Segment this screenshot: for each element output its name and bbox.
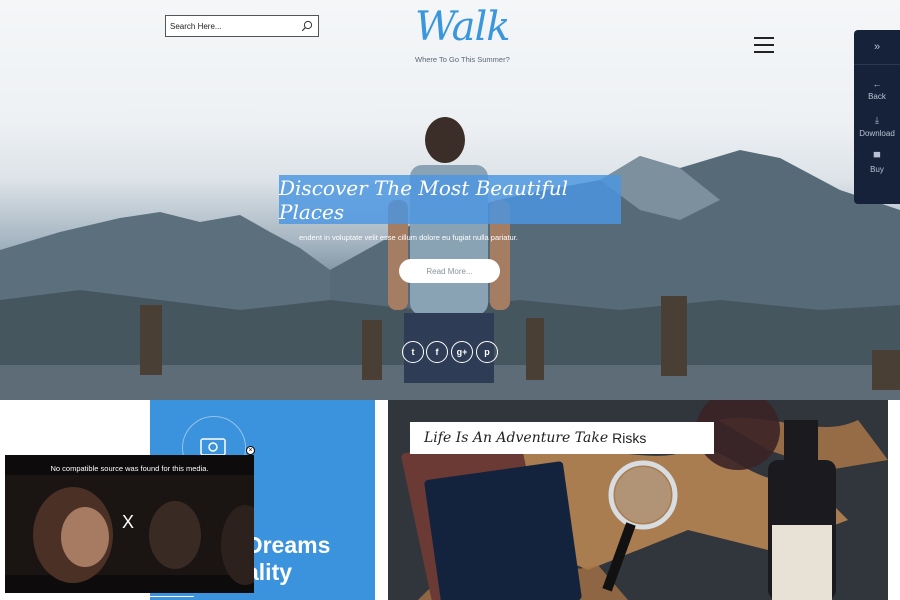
- double-chevron-right-icon[interactable]: »: [854, 30, 900, 65]
- video-close-x[interactable]: X: [122, 512, 134, 533]
- side-panel-buy[interactable]: ▀ Buy: [854, 152, 900, 174]
- pinterest-icon[interactable]: p: [476, 341, 498, 363]
- card-title-line2: ality: [246, 559, 293, 585]
- search-box[interactable]: [165, 15, 319, 37]
- hero-text: endent in voluptate velit esse cillum do…: [299, 233, 518, 242]
- twitter-icon[interactable]: t: [402, 341, 424, 363]
- close-icon[interactable]: ×: [246, 446, 255, 455]
- menu-hamburger-icon[interactable]: [754, 37, 774, 53]
- video-error-message: No compatible source was found for this …: [50, 464, 209, 473]
- side-panel-buy-label: Buy: [870, 165, 884, 174]
- search-input[interactable]: [166, 16, 294, 37]
- map-card-title-plain: Risks: [612, 430, 647, 446]
- download-icon: ⤓: [875, 115, 879, 125]
- facebook-icon[interactable]: f: [426, 341, 448, 363]
- site-tagline: Where To Go This Summer?: [415, 55, 510, 64]
- side-panel: » ← Back ⤓ Download ▀ Buy: [854, 30, 900, 204]
- search-icon[interactable]: [301, 20, 313, 32]
- card-underline: [96, 596, 194, 597]
- google-plus-icon[interactable]: g+: [451, 341, 473, 363]
- card-title: Dreams ality: [246, 532, 330, 586]
- hero-title-banner: Discover The Most Beautiful Places: [279, 175, 621, 224]
- map-feature-card[interactable]: Life Is An Adventure Take Risks: [388, 400, 888, 600]
- map-card-title-script: Life Is An Adventure Take: [424, 430, 609, 446]
- side-panel-back[interactable]: ← Back: [854, 79, 900, 101]
- site-logo[interactable]: Walk: [415, 4, 511, 50]
- side-panel-back-label: Back: [868, 92, 886, 101]
- side-panel-download[interactable]: ⤓ Download: [854, 115, 900, 138]
- card-title-line1: Dreams: [246, 532, 331, 558]
- read-more-button[interactable]: Read More...: [399, 259, 500, 283]
- side-panel-download-label: Download: [859, 129, 895, 138]
- hero-title: Discover The Most Beautiful Places: [279, 175, 569, 224]
- video-popup[interactable]: No compatible source was found for this …: [5, 455, 254, 593]
- cart-icon: ▀: [873, 152, 881, 162]
- arrow-left-icon: ←: [872, 79, 882, 89]
- map-card-title: Life Is An Adventure Take Risks: [410, 422, 714, 454]
